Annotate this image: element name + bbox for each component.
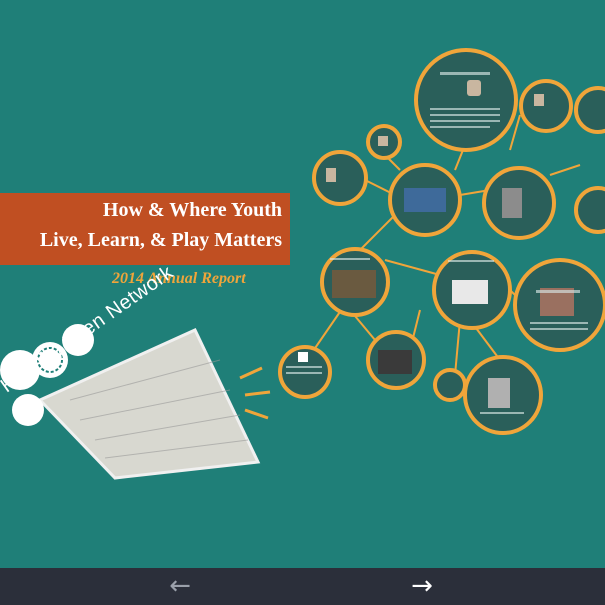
presentation-canvas: How & Where Youth Live, Learn, & Play Ma… [0,0,605,568]
title-line-2: Live, Learn, & Play Matters [39,229,282,251]
title-banner: How & Where Youth Live, Learn, & Play Ma… [0,193,290,265]
arrow-right-icon[interactable]: → [402,571,442,601]
title-line-1: How & Where Youth [102,199,282,221]
presentation-nav-bar: ← → [0,568,605,605]
topic-network-graphic [0,48,605,480]
arrow-left-icon[interactable]: ← [160,571,200,601]
